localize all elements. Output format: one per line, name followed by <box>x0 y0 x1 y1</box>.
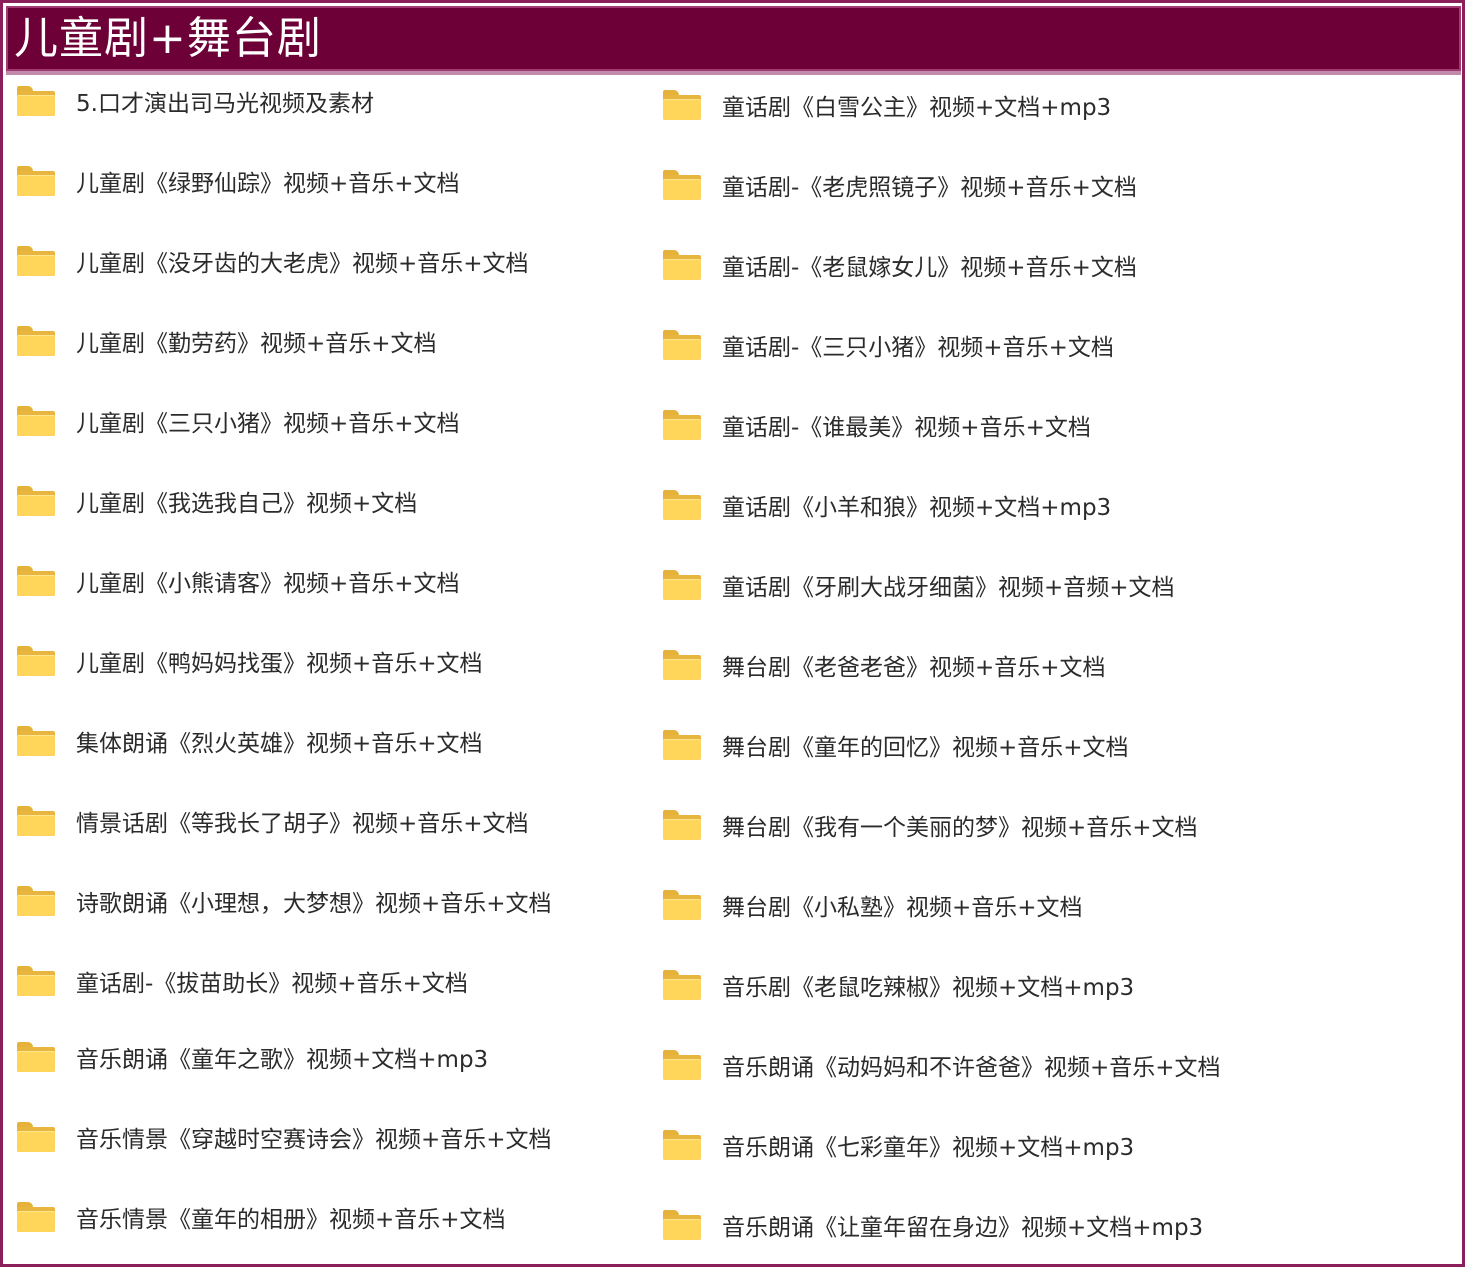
folder-label: 诗歌朗诵《小理想，大梦想》视频+音乐+文档 <box>76 891 552 917</box>
header-bar: 儿童剧+舞台剧 <box>6 6 1461 71</box>
folder-item[interactable]: 儿童剧《勤劳药》视频+音乐+文档 <box>16 321 437 361</box>
folder-icon <box>16 84 56 118</box>
window-frame: 儿童剧+舞台剧 5.口才演出司马光视频及素材 儿童剧《绿野仙踪》视频+音乐+文档儿… <box>0 0 1465 1267</box>
folder-icon <box>662 1128 702 1162</box>
folder-label: 儿童剧《没牙齿的大老虎》视频+音乐+文档 <box>76 251 529 277</box>
folder-item[interactable]: 童话剧-《老鼠嫁女儿》视频+音乐+文档 <box>662 245 1137 285</box>
folder-icon <box>16 644 56 678</box>
folder-item[interactable]: 舞台剧《小私塾》视频+音乐+文档 <box>662 885 1083 925</box>
folder-item[interactable]: 儿童剧《绿野仙踪》视频+音乐+文档 <box>16 161 460 201</box>
header-divider <box>6 71 1461 75</box>
folder-item[interactable]: 集体朗诵《烈火英雄》视频+音乐+文档 <box>16 721 483 761</box>
folder-label: 童话剧-《三只小猪》视频+音乐+文档 <box>722 335 1114 361</box>
folder-icon <box>16 884 56 918</box>
folder-label: 舞台剧《我有一个美丽的梦》视频+音乐+文档 <box>722 815 1198 841</box>
folder-label: 情景话剧《等我长了胡子》视频+音乐+文档 <box>76 811 529 837</box>
folder-item[interactable]: 儿童剧《三只小猪》视频+音乐+文档 <box>16 401 460 441</box>
folder-label: 舞台剧《老爸老爸》视频+音乐+文档 <box>722 655 1106 681</box>
folder-icon <box>16 404 56 438</box>
folder-label: 音乐情景《穿越时空赛诗会》视频+音乐+文档 <box>76 1127 552 1153</box>
folder-icon <box>16 724 56 758</box>
folder-item[interactable]: 音乐朗诵《七彩童年》视频+文档+mp3 <box>662 1125 1134 1165</box>
folder-icon <box>16 484 56 518</box>
folder-icon <box>16 164 56 198</box>
folder-label: 童话剧-《老鼠嫁女儿》视频+音乐+文档 <box>722 255 1137 281</box>
folder-item[interactable]: 情景话剧《等我长了胡子》视频+音乐+文档 <box>16 801 529 841</box>
folder-item[interactable]: 音乐朗诵《让童年留在身边》视频+文档+mp3 <box>662 1205 1203 1245</box>
folder-label: 儿童剧《鸭妈妈找蛋》视频+音乐+文档 <box>76 651 483 677</box>
folder-icon <box>662 1208 702 1242</box>
folder-label: 儿童剧《我选我自己》视频+文档 <box>76 491 418 517</box>
folder-label: 童话剧-《老虎照镜子》视频+音乐+文档 <box>722 175 1137 201</box>
folder-icon <box>16 804 56 838</box>
folder-item[interactable]: 音乐朗诵《童年之歌》视频+文档+mp3 <box>16 1037 488 1077</box>
folder-icon <box>16 1120 56 1154</box>
folder-item[interactable]: 舞台剧《童年的回忆》视频+音乐+文档 <box>662 725 1129 765</box>
folder-label: 舞台剧《小私塾》视频+音乐+文档 <box>722 895 1083 921</box>
folder-icon <box>662 328 702 362</box>
folder-label: 儿童剧《小熊请客》视频+音乐+文档 <box>76 571 460 597</box>
folder-label: 儿童剧《绿野仙踪》视频+音乐+文档 <box>76 171 460 197</box>
page-title: 儿童剧+舞台剧 <box>14 12 322 64</box>
folder-item[interactable]: 舞台剧《老爸老爸》视频+音乐+文档 <box>662 645 1106 685</box>
folder-item[interactable]: 音乐情景《童年的相册》视频+音乐+文档 <box>16 1197 506 1237</box>
folder-item[interactable]: 儿童剧《没牙齿的大老虎》视频+音乐+文档 <box>16 241 529 281</box>
folder-label: 集体朗诵《烈火英雄》视频+音乐+文档 <box>76 731 483 757</box>
folder-icon <box>662 888 702 922</box>
folder-item[interactable]: 儿童剧《我选我自己》视频+文档 <box>16 481 417 521</box>
folder-icon <box>662 408 702 442</box>
folder-label: 舞台剧《童年的回忆》视频+音乐+文档 <box>722 735 1129 761</box>
folder-icon <box>16 1040 56 1074</box>
folder-icon <box>662 1048 702 1082</box>
folder-icon <box>16 324 56 358</box>
folder-label: 儿童剧《三只小猪》视频+音乐+文档 <box>76 411 460 437</box>
folder-item[interactable]: 儿童剧《小熊请客》视频+音乐+文档 <box>16 561 460 601</box>
folder-item[interactable]: 音乐情景《穿越时空赛诗会》视频+音乐+文档 <box>16 1117 552 1157</box>
folder-icon <box>662 728 702 762</box>
folder-item[interactable]: 童话剧《小羊和狼》视频+文档+mp3 <box>662 485 1111 525</box>
folder-item[interactable]: 诗歌朗诵《小理想，大梦想》视频+音乐+文档 <box>16 881 552 921</box>
folder-icon <box>662 248 702 282</box>
folder-icon <box>662 808 702 842</box>
folder-label: 5.口才演出司马光视频及素材 <box>76 91 374 117</box>
folder-item[interactable]: 5.口才演出司马光视频及素材 <box>16 81 374 121</box>
folder-label: 音乐朗诵《童年之歌》视频+文档+mp3 <box>76 1047 489 1073</box>
folder-item[interactable]: 儿童剧《鸭妈妈找蛋》视频+音乐+文档 <box>16 641 483 681</box>
folder-label: 音乐朗诵《七彩童年》视频+文档+mp3 <box>722 1135 1135 1161</box>
folder-label: 音乐剧《老鼠吃辣椒》视频+文档+mp3 <box>722 975 1135 1001</box>
folder-icon <box>662 488 702 522</box>
folder-label: 童话剧《白雪公主》视频+文档+mp3 <box>722 95 1112 121</box>
folder-item[interactable]: 音乐剧《老鼠吃辣椒》视频+文档+mp3 <box>662 965 1134 1005</box>
folder-icon <box>16 244 56 278</box>
folder-item[interactable]: 舞台剧《我有一个美丽的梦》视频+音乐+文档 <box>662 805 1198 845</box>
folder-label: 童话剧-《拔苗助长》视频+音乐+文档 <box>76 971 468 997</box>
folder-icon <box>662 168 702 202</box>
folder-label: 童话剧-《谁最美》视频+音乐+文档 <box>722 415 1091 441</box>
folder-item[interactable]: 童话剧-《三只小猪》视频+音乐+文档 <box>662 325 1114 365</box>
folder-icon <box>16 1200 56 1234</box>
folder-icon <box>662 648 702 682</box>
folder-item[interactable]: 音乐朗诵《动妈妈和不许爸爸》视频+音乐+文档 <box>662 1045 1221 1085</box>
folder-item[interactable]: 童话剧-《谁最美》视频+音乐+文档 <box>662 405 1091 445</box>
folder-label: 音乐朗诵《动妈妈和不许爸爸》视频+音乐+文档 <box>722 1055 1221 1081</box>
folder-item[interactable]: 童话剧《白雪公主》视频+文档+mp3 <box>662 85 1111 125</box>
folder-item[interactable]: 童话剧-《老虎照镜子》视频+音乐+文档 <box>662 165 1137 205</box>
folder-label: 音乐朗诵《让童年留在身边》视频+文档+mp3 <box>722 1215 1204 1241</box>
folder-item[interactable]: 童话剧-《拔苗助长》视频+音乐+文档 <box>16 961 468 1001</box>
folder-label: 童话剧《小羊和狼》视频+文档+mp3 <box>722 495 1112 521</box>
folder-label: 童话剧《牙刷大战牙细菌》视频+音频+文档 <box>722 575 1175 601</box>
folder-icon <box>16 564 56 598</box>
folder-icon <box>16 964 56 998</box>
folder-icon <box>662 88 702 122</box>
folder-item[interactable]: 童话剧《牙刷大战牙细菌》视频+音频+文档 <box>662 565 1175 605</box>
folder-label: 儿童剧《勤劳药》视频+音乐+文档 <box>76 331 437 357</box>
folder-icon <box>662 568 702 602</box>
folder-label: 音乐情景《童年的相册》视频+音乐+文档 <box>76 1207 506 1233</box>
folder-icon <box>662 968 702 1002</box>
